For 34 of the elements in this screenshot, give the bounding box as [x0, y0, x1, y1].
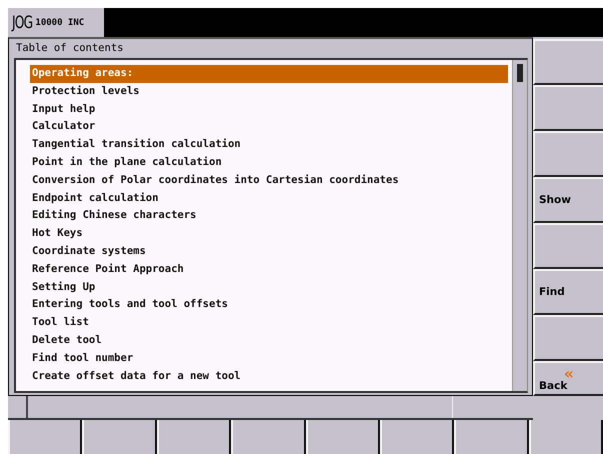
blank-softkey[interactable]	[231, 420, 306, 454]
scrollbar-thumb[interactable]	[517, 64, 523, 82]
contents-item[interactable]: Setting Up	[30, 278, 508, 296]
blank-softkey[interactable]	[528, 420, 603, 454]
contents-item[interactable]: Reference Point Approach	[30, 260, 508, 279]
contents-item[interactable]: Calculator	[30, 118, 508, 136]
contents-item[interactable]: Hot Keys	[30, 225, 508, 243]
blank-softkey[interactable]	[82, 420, 157, 454]
contents-item[interactable]: Conversion of Polar coordinates into Cartesian coordinates	[30, 172, 508, 190]
mode-label: JOG	[12, 12, 32, 32]
softkey[interactable]: « Back	[533, 360, 603, 396]
contents-item[interactable]: Input help	[30, 100, 508, 118]
contents-item[interactable]: Coordinate systems	[30, 242, 508, 261]
scrollbar[interactable]	[512, 60, 527, 391]
contents-item[interactable]: Endpoint calculation	[30, 190, 508, 208]
panel-title: Table of contents	[15, 41, 124, 56]
contents-item[interactable]: Tangential transition calculation	[30, 136, 508, 154]
blank-softkey[interactable]	[306, 420, 380, 454]
contents-item[interactable]: Operating areas:	[30, 65, 508, 83]
increment-label: 10000 INC	[35, 18, 84, 28]
blank-softkey[interactable]	[380, 420, 454, 454]
contents-item[interactable]: Protection levels	[30, 82, 508, 101]
contents-item[interactable]: Entering tools and tool offsets	[30, 296, 508, 314]
contents-item[interactable]: Delete tool	[30, 332, 508, 350]
contents-item[interactable]: Point in the plane calculation	[30, 154, 508, 172]
contents-item[interactable]: Tool list	[30, 314, 508, 332]
blank-softkey[interactable]	[8, 420, 82, 454]
softkey[interactable]: Find	[533, 268, 603, 315]
softkey[interactable]: Show	[533, 176, 603, 223]
contents-item[interactable]: Editing Chinese characters	[30, 207, 508, 226]
blank-softkey[interactable]	[454, 420, 529, 454]
contents-item[interactable]: Create offset data for a new tool	[30, 368, 508, 386]
blank-softkey[interactable]	[156, 420, 232, 454]
contents-item[interactable]: Find tool number	[30, 350, 508, 368]
